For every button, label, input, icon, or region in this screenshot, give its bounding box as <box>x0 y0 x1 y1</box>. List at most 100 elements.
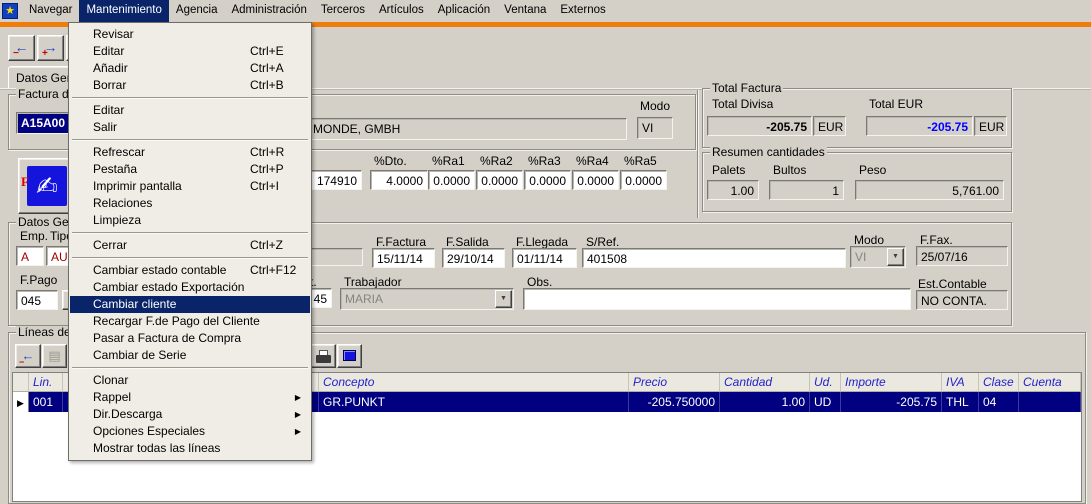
grid-col-lin[interactable]: Lin. <box>29 373 63 392</box>
menu-item-label: Relaciones <box>93 196 152 210</box>
print-lines-button[interactable] <box>310 344 336 368</box>
chevron-down-icon[interactable]: ▼ <box>495 290 512 308</box>
fpago-field[interactable]: 045 <box>16 290 58 310</box>
menu-item-label: Cambiar de Serie <box>93 348 186 362</box>
grid-col-ud[interactable]: Ud. <box>810 373 841 392</box>
grid-col-selector[interactable] <box>13 373 29 392</box>
menu-item-editar[interactable]: Editar <box>70 102 310 119</box>
menu-item-shortcut: Ctrl+E <box>250 43 284 60</box>
grid-col-precio[interactable]: Precio <box>629 373 720 392</box>
sign-invoice-button[interactable]: ✍ F <box>18 158 75 214</box>
menu-item-dir-descarga[interactable]: Dir.Descarga▶ <box>70 406 310 423</box>
menubar-item-articulos[interactable]: Artículos <box>372 0 431 22</box>
menu-item-label: Revisar <box>93 27 134 41</box>
menu-item-editar[interactable]: Editar Ctrl+E <box>70 43 310 60</box>
grid-cell-selector[interactable]: ▶ <box>13 392 29 412</box>
ra-field-2[interactable]: 0.0000 <box>476 170 523 190</box>
submenu-arrow-icon: ▶ <box>295 406 301 423</box>
emp-field[interactable]: A <box>16 246 44 266</box>
ffactura-field[interactable]: 15/11/14 <box>372 248 435 268</box>
menu-item-pestana[interactable]: PestañaCtrl+P <box>70 161 310 178</box>
app-window: ★ NavegarMantenimientoAgenciaAdministrac… <box>0 0 1091 504</box>
menu-item-borrar[interactable]: BorrarCtrl+B <box>70 77 310 94</box>
menu-item-refrescar[interactable]: RefrescarCtrl+R <box>70 144 310 161</box>
menu-separator <box>72 367 308 369</box>
menu-item-anadir[interactable]: AñadirCtrl+A <box>70 60 310 77</box>
previous-record-button[interactable]: ← − <box>8 35 35 61</box>
grid-col-concepto[interactable]: Concepto <box>319 373 629 392</box>
menu-item-label: Mostrar todas las líneas <box>93 441 220 455</box>
ra-field-5[interactable]: 0.0000 <box>620 170 667 190</box>
menu-item-cambiar-cliente[interactable]: Cambiar cliente <box>70 296 310 313</box>
modo2-combo[interactable]: VI ▼ <box>850 246 906 268</box>
menu-item-recargar-f-de-pago-del-cliente[interactable]: Recargar F.de Pago del Cliente <box>70 313 310 330</box>
menu-item-cambiar-estado-contable[interactable]: Cambiar estado contableCtrl+F12 <box>70 262 310 279</box>
next-record-button[interactable]: → + <box>37 35 64 61</box>
menu-item-mostrar-todas-las-lineas[interactable]: Mostrar todas las líneas <box>70 440 310 457</box>
ra-field-1[interactable]: 0.0000 <box>428 170 475 190</box>
menu-item-limpieza[interactable]: Limpieza <box>70 212 310 229</box>
lineas-group-label: Líneas de <box>16 326 73 339</box>
trabajador-combo[interactable]: MARIA ▼ <box>340 288 514 310</box>
grid-col-importe[interactable]: Importe <box>841 373 942 392</box>
menu-item-opciones-especiales[interactable]: Opciones Especiales▶ <box>70 423 310 440</box>
menu-item-cambiar-de-serie[interactable]: Cambiar de Serie <box>70 347 310 364</box>
dto-label: %Dto. <box>372 155 409 168</box>
menubar-item-ventana[interactable]: Ventana <box>497 0 553 22</box>
screen-view-button[interactable] <box>337 344 362 368</box>
menu-item-salir[interactable]: Salir <box>70 119 310 136</box>
dto-field[interactable]: 4.0000 <box>370 170 428 190</box>
menubar-item-administracion[interactable]: Administración <box>224 0 313 22</box>
ra-field-3[interactable]: 0.0000 <box>524 170 571 190</box>
menu-item-label: Editar <box>93 44 124 58</box>
grid-cell-precio[interactable]: -205.750000 <box>629 392 720 412</box>
menu-item-shortcut: Ctrl+P <box>250 161 284 178</box>
ffax-field[interactable]: 25/07/16 <box>916 246 1008 266</box>
menubar-item-externos[interactable]: Externos <box>553 0 612 22</box>
menu-item-cerrar[interactable]: CerrarCtrl+Z <box>70 237 310 254</box>
app-icon[interactable]: ★ <box>2 3 18 19</box>
fllegada-field[interactable]: 01/11/14 <box>512 248 577 268</box>
menubar-item-terceros[interactable]: Terceros <box>314 0 372 22</box>
menu-item-clonar[interactable]: Clonar <box>70 372 310 389</box>
ra-label-5: %Ra5 <box>622 155 659 168</box>
menu-item-imprimir-pantalla[interactable]: Imprimir pantallaCtrl+I <box>70 178 310 195</box>
grid-cell-ud[interactable]: UD <box>810 392 841 412</box>
menu-item-label: Imprimir pantalla <box>93 179 182 193</box>
menu-item-rappel[interactable]: Rappel▶ <box>70 389 310 406</box>
modo-field[interactable]: VI <box>637 117 673 139</box>
line-previous-button[interactable]: ← − <box>15 344 41 368</box>
menu-item-revisar[interactable]: Revisar <box>70 26 310 43</box>
menu-item-label: Cerrar <box>93 238 127 252</box>
grid-cell-lin[interactable]: 001 <box>29 392 63 412</box>
grid-col-cantidad[interactable]: Cantidad <box>720 373 810 392</box>
ra-field-4[interactable]: 0.0000 <box>572 170 619 190</box>
menubar-item-aplicacion[interactable]: Aplicación <box>431 0 497 22</box>
menu-item-pasar-a-factura-de-compra[interactable]: Pasar a Factura de Compra <box>70 330 310 347</box>
total-eur-field: -205.75 <box>866 116 973 136</box>
fsalida-field[interactable]: 29/10/14 <box>442 248 505 268</box>
grid-cell-cuenta[interactable] <box>1019 392 1081 412</box>
grid-cell-cantidad[interactable]: 1.00 <box>720 392 810 412</box>
ra-label-2: %Ra2 <box>478 155 515 168</box>
menubar-item-agencia[interactable]: Agencia <box>169 0 225 22</box>
total-eur-label: Total EUR <box>867 98 925 111</box>
grid-col-clase[interactable]: Clase <box>979 373 1019 392</box>
menu-item-label: Recargar F.de Pago del Cliente <box>93 314 260 328</box>
grid-cell-iva[interactable]: THL <box>942 392 979 412</box>
menubar-item-mantenimiento[interactable]: Mantenimiento <box>79 0 168 22</box>
grid-col-iva[interactable]: IVA <box>942 373 979 392</box>
menu-item-cambiar-estado-exportacion[interactable]: Cambiar estado Exportación <box>70 279 310 296</box>
obs-field[interactable] <box>523 288 911 310</box>
grid-col-cuenta[interactable]: Cuenta <box>1019 373 1081 392</box>
sref-field[interactable]: 401508 <box>582 248 846 268</box>
edit-line-button[interactable]: ▤ <box>42 344 67 368</box>
grid-cell-importe[interactable]: -205.75 <box>841 392 942 412</box>
grid-cell-clase[interactable]: 04 <box>979 392 1019 412</box>
chevron-down-icon[interactable]: ▼ <box>887 248 904 266</box>
f-badge: F <box>21 162 29 202</box>
menubar-item-navegar[interactable]: Navegar <box>22 0 79 22</box>
datos-group-label: Datos Ge <box>16 216 71 229</box>
grid-cell-concepto[interactable]: GR.PUNKT <box>319 392 629 412</box>
menu-item-relaciones[interactable]: Relaciones <box>70 195 310 212</box>
